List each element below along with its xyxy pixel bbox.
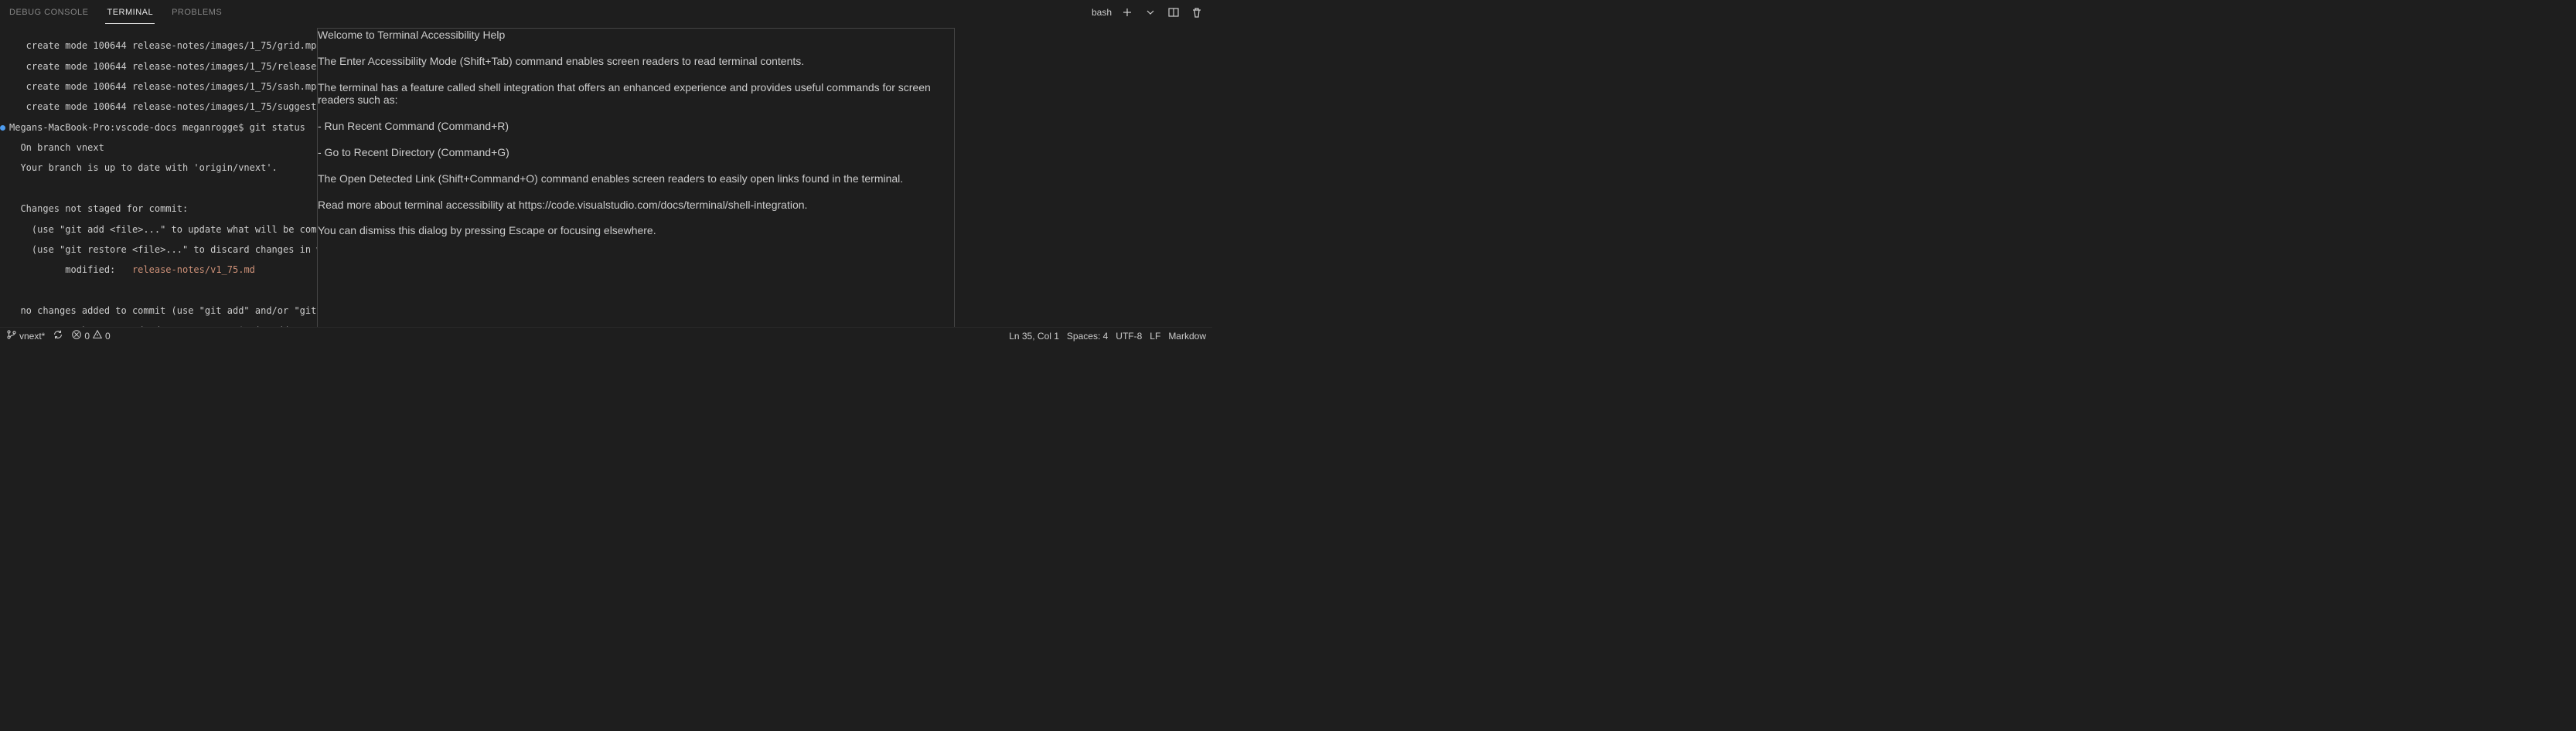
shell-name: bash (1092, 7, 1112, 18)
terminal-prompt: Megans-MacBook-Pro:vscode-docs meganrogg… (0, 123, 317, 133)
language-mode[interactable]: Markdow (1168, 331, 1206, 342)
terminal-line: (use "git add <file>..." to update what … (9, 225, 317, 235)
status-bar-right: Ln 35, Col 1 Spaces: 4 UTF-8 LF Markdow (1009, 331, 1206, 342)
terminal-line: Your branch is up to date with 'origin/v… (9, 163, 317, 173)
help-list-item: - Run Recent Command (Command+R) (318, 120, 954, 133)
help-text: The Enter Accessibility Mode (Shift+Tab)… (318, 55, 954, 68)
terminal-line: create mode 100644 release-notes/images/… (9, 102, 317, 112)
panel-header: DEBUG CONSOLE TERMINAL PROBLEMS bash (0, 0, 1212, 25)
accessibility-help-dialog: Welcome to Terminal Accessibility Help T… (317, 28, 955, 327)
warning-icon (92, 329, 103, 342)
terminal-shell-dropdown[interactable]: bash (1088, 7, 1112, 18)
terminal-line (9, 286, 317, 296)
help-text: The terminal has a feature called shell … (318, 81, 954, 107)
terminal-line (9, 184, 317, 194)
terminal-line: create mode 100644 release-notes/images/… (9, 41, 317, 51)
sync-icon (53, 329, 63, 342)
help-text: You can dismiss this dialog by pressing … (318, 224, 954, 237)
status-bar: vnext* 0 0 Ln 35, Col 1 Spaces: 4 UTF-8 … (0, 327, 1212, 344)
help-title: Welcome to Terminal Accessibility Help (318, 29, 954, 42)
terminal-header-actions: bash (1088, 5, 1205, 20)
indentation-status[interactable]: Spaces: 4 (1067, 331, 1108, 342)
split-terminal-button[interactable] (1166, 5, 1181, 20)
terminal-line: create mode 100644 release-notes/images/… (9, 62, 317, 72)
terminal-line: On branch vnext (9, 143, 317, 153)
error-icon (71, 329, 82, 342)
panel-tabs: DEBUG CONSOLE TERMINAL PROBLEMS (8, 2, 223, 24)
terminal-line: no changes added to commit (use "git add… (9, 306, 317, 316)
tab-debug-console[interactable]: DEBUG CONSOLE (8, 2, 90, 24)
terminal-prompt: Megans-MacBook-Pro:vscode-docs meganrogg… (0, 326, 317, 327)
terminal-dropdown-icon[interactable] (1143, 5, 1158, 20)
tab-terminal[interactable]: TERMINAL (105, 2, 155, 24)
encoding-status[interactable]: UTF-8 (1116, 331, 1142, 342)
eol-status[interactable]: LF (1150, 331, 1160, 342)
branch-icon (6, 329, 17, 342)
help-text: Read more about terminal accessibility a… (318, 199, 954, 212)
branch-status[interactable]: vnext* (6, 329, 45, 342)
command-success-icon (0, 125, 5, 131)
kill-terminal-button[interactable] (1189, 5, 1205, 20)
terminal-line: (use "git restore <file>..." to discard … (9, 245, 317, 255)
branch-name: vnext* (19, 331, 45, 342)
tab-problems[interactable]: PROBLEMS (170, 2, 223, 24)
terminal-line: create mode 100644 release-notes/images/… (9, 82, 317, 92)
help-text: The Open Detected Link (Shift+Command+O)… (318, 172, 954, 185)
error-count: 0 (84, 331, 90, 342)
terminal-body: create mode 100644 release-notes/images/… (0, 25, 1212, 327)
new-terminal-button[interactable] (1119, 5, 1135, 20)
help-list-item: - Go to Recent Directory (Command+G) (318, 146, 954, 159)
terminal-line: Changes not staged for commit: (9, 204, 317, 214)
cursor-position[interactable]: Ln 35, Col 1 (1009, 331, 1059, 342)
terminal-line: modified: release-notes/v1_75.md (9, 265, 317, 275)
problems-status[interactable]: 0 0 (71, 329, 110, 342)
terminal-output[interactable]: create mode 100644 release-notes/images/… (0, 25, 317, 327)
status-bar-left: vnext* 0 0 (6, 329, 111, 342)
warning-count: 0 (105, 331, 111, 342)
sync-status[interactable] (53, 329, 63, 342)
